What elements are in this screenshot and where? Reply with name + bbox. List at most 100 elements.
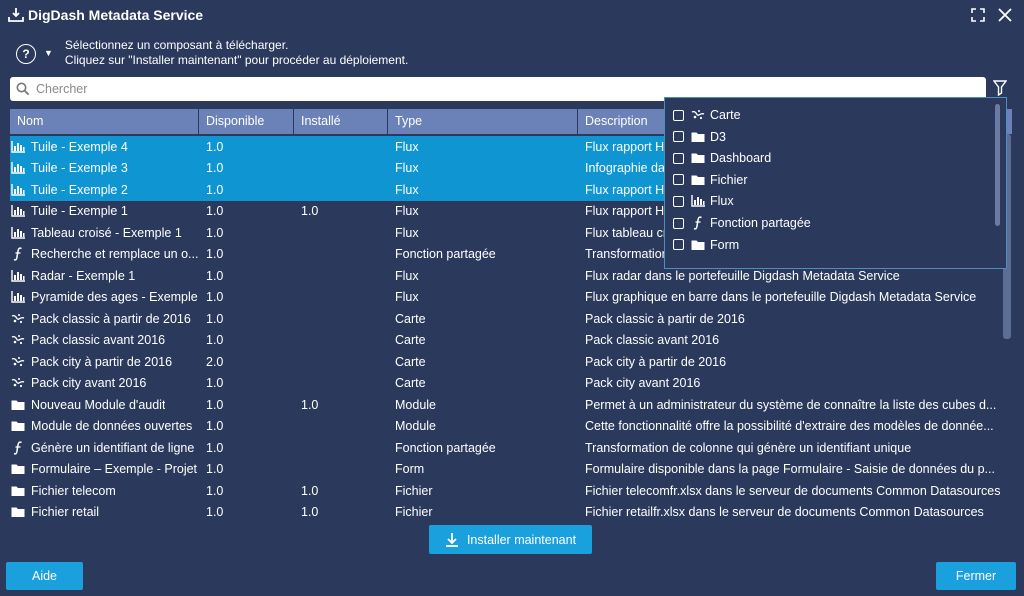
- table-row[interactable]: Module de données ouvertes 1.0 Module Cette…: [10, 416, 1002, 438]
- filter-option-d3[interactable]: D3: [673, 127, 726, 147]
- table-row[interactable]: Pyramide des ages - Exemple 1.0 Flux Flux g…: [10, 287, 1002, 309]
- cell-nom: Pyramide des ages - Exemple: [10, 290, 199, 304]
- checkbox[interactable]: [673, 109, 684, 121]
- row-name: Module de données ouvertes: [31, 419, 193, 434]
- cell-type: Flux: [395, 290, 419, 305]
- table-row[interactable]: Pack classic avant 2016 1.0 Carte Pack clas…: [10, 330, 1002, 352]
- checkbox[interactable]: [673, 217, 684, 229]
- cell-disponible: 1.0: [206, 333, 224, 348]
- column-header-nom[interactable]: Nom: [10, 109, 199, 134]
- cell-description: Cette fonctionnalité offre la possibilit…: [585, 419, 994, 434]
- table-row[interactable]: Formulaire – Exemple - Projet 1.0 Form Form…: [10, 459, 1002, 481]
- table-row[interactable]: Pack classic à partir de 2016 1.0 Carte Pac…: [10, 308, 1002, 330]
- filter-option-dashboard[interactable]: Dashboard: [673, 148, 771, 168]
- table-row[interactable]: Fichier telecom 1.0 1.0 Fichier Fichier tele…: [10, 480, 1002, 502]
- map-icon: [10, 376, 26, 390]
- cell-nom: Fichier retail: [10, 505, 199, 519]
- row-name: Tuile - Exemple 2: [31, 182, 128, 197]
- cell-nom: Pack city avant 2016: [10, 376, 199, 390]
- cell-nom: Tuile - Exemple 2: [10, 183, 199, 197]
- cell-nom: Tuile - Exemple 1: [10, 204, 199, 218]
- chart-icon: [690, 194, 706, 208]
- cell-type: Fichier: [395, 505, 433, 520]
- cell-disponible: 1.0: [206, 290, 224, 305]
- cell-type: Carte: [395, 354, 426, 369]
- cell-type: Flux: [395, 268, 419, 283]
- table-row[interactable]: Nouveau Module d'audit 1.0 1.0 Module Permet…: [10, 394, 1002, 416]
- cell-description: Fichier retailfr.xlsx dans le serveur de…: [585, 505, 984, 520]
- cell-installe: 1.0: [301, 505, 319, 520]
- filter-option-label: Fichier: [710, 172, 748, 187]
- cell-type: Flux: [395, 161, 419, 176]
- filter-option-label: Fonction partagée: [710, 216, 811, 230]
- row-name: Fichier telecom: [31, 483, 116, 498]
- row-name: Tuile - Exemple 1: [31, 204, 128, 219]
- cell-nom: Formulaire – Exemple - Projet: [10, 462, 199, 476]
- cell-type: Carte: [395, 333, 426, 348]
- row-name: Tableau croisé - Exemple 1: [31, 225, 182, 240]
- cell-type: Flux: [395, 204, 419, 219]
- search-input[interactable]: [36, 79, 986, 99]
- cell-installe: 1.0: [301, 483, 319, 498]
- install-now-button[interactable]: Installer maintenant: [429, 525, 592, 554]
- caret-down-icon[interactable]: ▼: [44, 48, 53, 58]
- folder-icon: [690, 151, 706, 165]
- column-header-type[interactable]: Type: [388, 109, 578, 134]
- filter-option-flux[interactable]: Flux: [673, 191, 734, 211]
- filter-option-label: Form: [710, 237, 740, 252]
- table-row[interactable]: Génère un identifiant de ligne 1.0 Fonctio…: [10, 437, 1002, 459]
- chart-icon: [10, 226, 26, 240]
- chart-icon: [10, 161, 26, 175]
- filter-option-carte[interactable]: Carte: [673, 105, 741, 125]
- cell-description: Pack city à partir de 2016: [585, 354, 727, 369]
- folder-icon: [10, 505, 26, 519]
- filter-option-fichier[interactable]: Fichier: [673, 170, 748, 190]
- close-icon[interactable]: [996, 6, 1014, 24]
- filter-option-fonction-partag-e[interactable]: Fonction partagée: [673, 213, 811, 233]
- checkbox[interactable]: [673, 152, 684, 164]
- help-icon[interactable]: ?: [16, 44, 36, 64]
- cell-type: Flux: [395, 139, 419, 154]
- help-button[interactable]: Aide: [6, 562, 83, 590]
- cell-type: Module: [395, 419, 436, 434]
- filter-icon[interactable]: [991, 79, 1009, 97]
- column-header-installe[interactable]: Installé: [294, 109, 388, 134]
- chart-icon: [10, 140, 26, 154]
- cell-description: Flux radar dans le portefeuille Digdash …: [585, 268, 900, 283]
- dropdown-scrollbar[interactable]: [995, 104, 1000, 226]
- help-section: ? ▼ Sélectionnez un composant à téléchar…: [16, 38, 408, 68]
- checkbox[interactable]: [673, 174, 684, 186]
- table-row[interactable]: Pack city avant 2016 1.0 Carte Pack city av…: [10, 373, 1002, 395]
- cell-disponible: 1.0: [206, 182, 224, 197]
- help-button-label: Aide: [31, 569, 58, 583]
- filter-option-label: Dashboard: [710, 151, 772, 166]
- checkbox[interactable]: [673, 131, 684, 143]
- cell-nom: Pack classic à partir de 2016: [10, 312, 199, 326]
- checkbox[interactable]: [673, 195, 684, 207]
- map-icon: [10, 355, 26, 369]
- filter-option-label: Carte: [710, 108, 741, 122]
- maximize-icon[interactable]: [969, 6, 987, 24]
- row-name: Pack city avant 2016: [31, 376, 147, 391]
- cell-disponible: 2.0: [206, 354, 224, 369]
- checkbox[interactable]: [673, 239, 684, 251]
- cell-nom: Pack classic avant 2016: [10, 333, 199, 347]
- row-name: Formulaire – Exemple - Projet: [31, 462, 198, 477]
- cell-disponible: 1.0: [206, 376, 224, 391]
- table-row[interactable]: Fichier retail 1.0 1.0 Fichier Fichier retai…: [10, 502, 1002, 522]
- cell-type: Carte: [395, 376, 426, 391]
- close-button-label: Fermer: [955, 569, 997, 583]
- install-now-label: Installer maintenant: [466, 532, 577, 547]
- close-button[interactable]: Fermer: [936, 562, 1016, 590]
- table-row[interactable]: Pack city à partir de 2016 2.0 Carte Pack c…: [10, 351, 1002, 373]
- cell-nom: Génère un identifiant de ligne: [10, 441, 199, 455]
- filter-option-form[interactable]: Form: [673, 235, 739, 255]
- filter-option-label: Flux: [710, 194, 734, 209]
- cell-installe: 1.0: [301, 204, 319, 219]
- chart-icon: [10, 183, 26, 197]
- column-header-disponible[interactable]: Disponible: [199, 109, 294, 134]
- row-name: Tuile - Exemple 4: [31, 139, 128, 154]
- cell-type: Fichier: [395, 483, 433, 498]
- cell-disponible: 1.0: [206, 225, 224, 240]
- cell-disponible: 1.0: [206, 204, 224, 219]
